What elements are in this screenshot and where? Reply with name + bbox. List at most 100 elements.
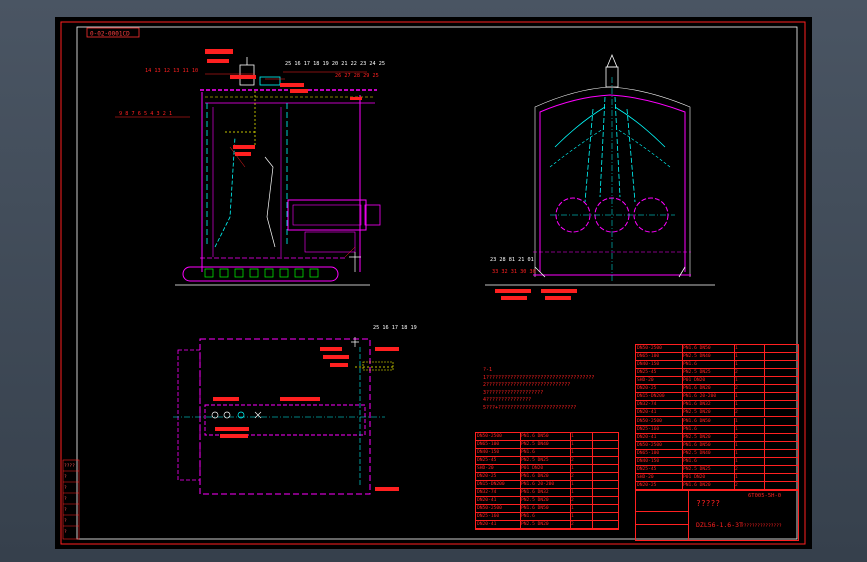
callouts-top-2: 26 27 28 29 25 xyxy=(335,73,379,79)
table-cell xyxy=(764,473,799,482)
table-cell: PN1.6 xyxy=(682,361,735,370)
table-cell: DN40-150 xyxy=(476,449,521,457)
table-cell: DN20-41 xyxy=(636,409,683,418)
table-cell: DN25-160 xyxy=(476,513,521,521)
table-cell: SHD-20 xyxy=(636,377,683,386)
table-cell: PN2.5 DN25 xyxy=(682,369,735,378)
table-cell: PN1.6 xyxy=(682,425,735,434)
table-cell: PN2.5 DN20 xyxy=(682,433,735,442)
table-cell: DN32-74 xyxy=(476,489,521,497)
note-line: 5???+?????????????????????????? xyxy=(483,404,577,411)
title-block-title: ????? xyxy=(696,499,721,508)
table-cell: 1 xyxy=(734,345,765,354)
table-cell xyxy=(764,409,799,418)
table-cell xyxy=(764,465,799,474)
table-cell: 1 xyxy=(570,513,593,521)
table-cell: DN25-45 xyxy=(636,465,683,474)
table-cell xyxy=(592,513,619,521)
table-cell: PN1.6 DN20 xyxy=(682,481,735,490)
table-cell xyxy=(764,457,799,466)
table-cell: DN65-100 xyxy=(636,449,683,458)
boiler-section-view: 23 28 81 21 01 33 32 31 30 30 xyxy=(485,53,715,300)
drawing-sheet[interactable]: 0-02-0001CD 14 13 12 13 11 10 9 8 7 6 5 … xyxy=(55,17,812,549)
parts-table: DN50-2500 PN1.6 DN50 1 DN65-100 PN2.5 DN40 1 D… xyxy=(475,432,619,530)
table-cell: PN1.6 xyxy=(682,457,735,466)
table-cell xyxy=(592,521,619,529)
revision-label: ? xyxy=(64,508,67,513)
table-cell: DN65-100 xyxy=(636,353,683,362)
table-cell: DN25-160 xyxy=(636,425,683,434)
table-cell: PN1.6 DN32 xyxy=(520,489,571,497)
table-cell xyxy=(764,425,799,434)
table-cell: PN2.5 DN20 xyxy=(682,409,735,418)
table-cell: PN1.6 20-200 xyxy=(682,393,735,402)
table-cell xyxy=(764,345,799,354)
table-cell: PN1.6 DN32 xyxy=(682,401,735,410)
table-cell xyxy=(764,441,799,450)
table-cell xyxy=(592,457,619,465)
table-cell: 1 xyxy=(734,473,765,482)
table-cell xyxy=(592,505,619,513)
table-cell: PN2.5 DN40 xyxy=(682,353,735,362)
table-cell xyxy=(764,433,799,442)
table-cell: 1 xyxy=(734,457,765,466)
table-cell: PN1.6 20-200 xyxy=(520,481,571,489)
title-block: ????? 6T005-5H-0 ??????????????? DZL56-1… xyxy=(635,490,799,541)
callouts-section: 23 28 81 21 01 xyxy=(490,257,534,263)
table-cell: P01 DN20 xyxy=(682,473,735,482)
notes-heading: ?-1 xyxy=(483,367,493,373)
table-cell: 1 xyxy=(570,433,593,441)
table-cell: P01 DN20 xyxy=(520,465,571,473)
table-cell: 2 xyxy=(570,473,593,481)
revision-label: ? xyxy=(64,475,67,480)
boiler-elevation-view: 14 13 12 13 11 10 9 8 7 6 5 4 3 2 1 25 1… xyxy=(115,49,385,286)
table-cell: PN1.6 DN20 xyxy=(520,473,571,481)
table-cell: DN40-150 xyxy=(636,361,683,370)
table-cell xyxy=(764,417,799,426)
table-cell: PN1.6 DN20 xyxy=(682,385,735,394)
revision-label: ? xyxy=(64,497,67,502)
table-cell: DN50-2500 xyxy=(636,417,683,426)
table-cell: DN20-25 xyxy=(636,481,683,490)
table-cell: 2 xyxy=(570,521,593,529)
table-cell: PN1.6 DN50 xyxy=(520,505,571,513)
table-cell xyxy=(764,393,799,402)
table-cell: PN2.5 DN25 xyxy=(520,457,571,465)
table-cell: SHD-20 xyxy=(476,465,521,473)
table-cell: 1 xyxy=(570,481,593,489)
table-cell: 1 xyxy=(734,377,765,386)
table-cell: DN65-100 xyxy=(476,441,521,449)
table-cell: PN2.5 DN40 xyxy=(682,449,735,458)
table-cell: PN1.6 DN50 xyxy=(682,441,735,450)
table-cell: DN20-41 xyxy=(636,433,683,442)
table-cell: 1 xyxy=(570,441,593,449)
cad-viewport[interactable]: 0-02-0001CD 14 13 12 13 11 10 9 8 7 6 5 … xyxy=(0,0,867,562)
revision-labels: ?????????? xyxy=(64,461,79,538)
table-cell: 2 xyxy=(734,433,765,442)
revision-label: ? xyxy=(64,519,67,524)
table-cell: DN15-DN200 xyxy=(636,393,683,402)
table-cell: PN2.5 DN40 xyxy=(520,441,571,449)
revision-label: ???? xyxy=(64,464,75,469)
model-code: DZL56-1.6-3T xyxy=(696,521,743,529)
notes-lines: 1???????????????????????????????????? 2??… xyxy=(483,375,658,413)
table-cell: DN20-25 xyxy=(476,473,521,481)
table-cell: PN1.6 DN50 xyxy=(520,433,571,441)
drawing-tag-label: 0-02-0001CD xyxy=(90,31,130,38)
callouts-left-top: 14 13 12 13 11 10 xyxy=(145,68,198,74)
note-line: 1???????????????????????????????????? xyxy=(483,374,595,381)
table-cell xyxy=(764,385,799,394)
table-cell: PN2.5 DN20 xyxy=(520,521,571,529)
table-cell: 2 xyxy=(734,409,765,418)
table-cell: DN50-2500 xyxy=(476,505,521,513)
table-cell xyxy=(592,465,619,473)
callouts-top: 25 16 17 18 19 20 21 22 23 24 25 xyxy=(285,61,385,67)
table-cell: DN20-25 xyxy=(636,385,683,394)
table-cell: DN15-DN200 xyxy=(476,481,521,489)
table-cell xyxy=(592,433,619,441)
table-cell: DN20-41 xyxy=(476,521,521,529)
table-cell: 1 xyxy=(734,441,765,450)
table-cell: 2 xyxy=(734,369,765,378)
table-cell: DN25-45 xyxy=(476,457,521,465)
drawing-number: 6T005-5H-0 xyxy=(748,493,782,499)
